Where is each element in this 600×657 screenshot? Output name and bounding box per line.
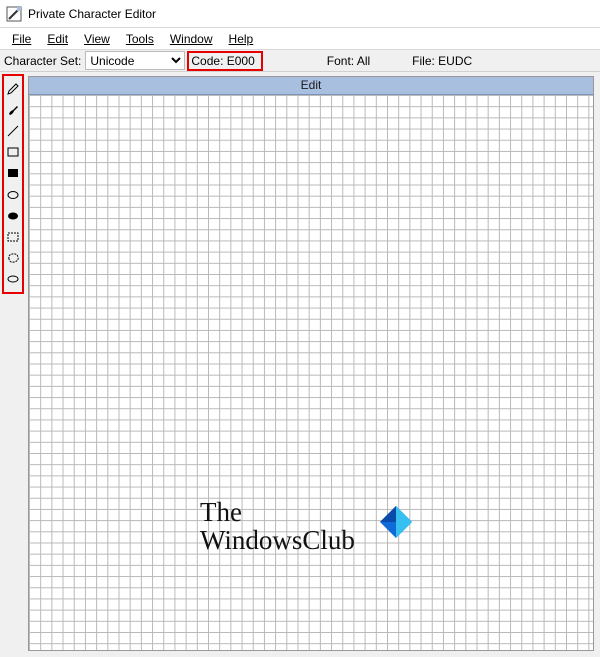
titlebar: Private Character Editor: [0, 0, 600, 28]
file-value: EUDC: [438, 54, 472, 68]
tool-rect-outline[interactable]: [4, 143, 22, 162]
main-area: Edit: [0, 72, 600, 657]
menu-tools[interactable]: Tools: [118, 30, 162, 48]
menu-view[interactable]: View: [76, 30, 118, 48]
app-icon: [6, 6, 22, 22]
freeform-select-icon: [6, 251, 20, 265]
code-value: E000: [227, 54, 255, 68]
rectangle-filled-icon: [6, 166, 20, 180]
eraser-icon: [6, 272, 20, 286]
rectangular-select-icon: [6, 230, 20, 244]
tool-line[interactable]: [4, 121, 22, 140]
window-title: Private Character Editor: [28, 7, 156, 21]
code-label: Code:: [191, 54, 223, 68]
tool-brush[interactable]: [4, 100, 22, 119]
pencil-icon: [6, 82, 20, 96]
infobar: Character Set: Unicode Code: E000 Font: …: [0, 50, 600, 72]
tool-ellipse-filled[interactable]: [4, 206, 22, 225]
code-display: Code: E000: [187, 51, 262, 71]
canvas-title: Edit: [29, 77, 593, 95]
charset-select[interactable]: Unicode: [85, 51, 185, 70]
font-display: Font: All: [323, 52, 378, 70]
canvas-window: Edit: [28, 76, 594, 651]
menu-help[interactable]: Help: [221, 30, 262, 48]
charset-label: Character Set:: [0, 54, 85, 68]
tool-ellipse-outline[interactable]: [4, 185, 22, 204]
tool-pencil[interactable]: [4, 79, 22, 98]
font-value: All: [357, 54, 370, 68]
tool-eraser[interactable]: [4, 270, 22, 289]
menubar: File Edit View Tools Window Help: [0, 28, 600, 50]
file-label: File:: [412, 54, 435, 68]
font-label: Font:: [327, 54, 354, 68]
rectangle-outline-icon: [6, 145, 20, 159]
line-icon: [6, 124, 20, 138]
menu-edit[interactable]: Edit: [39, 30, 76, 48]
brush-icon: [6, 103, 20, 117]
edit-grid[interactable]: [29, 95, 593, 650]
menu-file[interactable]: File: [4, 30, 39, 48]
menu-window[interactable]: Window: [162, 30, 221, 48]
tool-select-rect[interactable]: [4, 227, 22, 246]
tool-rect-filled[interactable]: [4, 164, 22, 183]
tool-select-free[interactable]: [4, 249, 22, 268]
file-display: File: EUDC: [408, 52, 480, 70]
toolbox: [2, 74, 24, 294]
ellipse-outline-icon: [6, 188, 20, 202]
ellipse-filled-icon: [6, 209, 20, 223]
